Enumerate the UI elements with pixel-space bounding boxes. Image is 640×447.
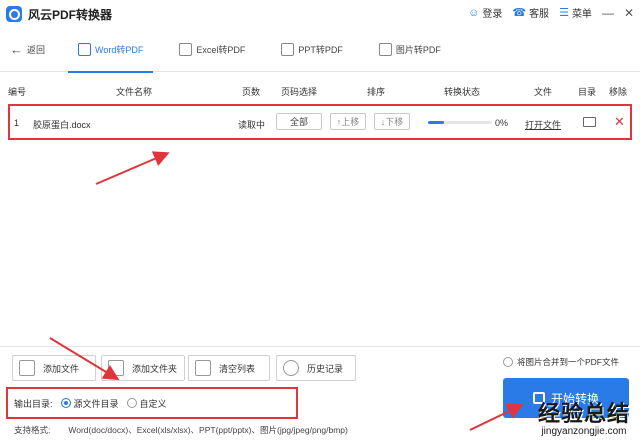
merge-images-option[interactable]: 将图片合并到一个PDF文件 <box>503 356 619 368</box>
add-folder-label: 添加文件夹 <box>132 363 178 374</box>
clock-icon <box>283 360 299 376</box>
progress-fill <box>428 121 444 124</box>
folder-icon[interactable] <box>583 117 596 127</box>
menu-label: 菜单 <box>571 9 592 20</box>
user-icon: ☺ <box>468 6 480 19</box>
clear-list-label: 清空列表 <box>219 363 256 374</box>
add-file-icon <box>19 360 35 376</box>
close-window-button[interactable]: ✕ <box>624 6 634 20</box>
excel-file-icon <box>179 43 193 56</box>
supported-formats: 支持格式: Word(doc/docx)、Excel(xls/xlsx)、PPT… <box>14 424 348 436</box>
login-label: 登录 <box>482 9 503 20</box>
minimize-button[interactable]: — <box>602 6 614 20</box>
remove-icon[interactable]: ✕ <box>614 114 625 130</box>
header-file: 文件 <box>534 86 553 97</box>
output-label: 输出目录: <box>14 398 53 409</box>
progress-text: 0% <box>495 118 509 128</box>
back-button[interactable]: ← 返回 <box>10 42 68 57</box>
header-remove: 移除 <box>609 86 628 97</box>
output-custom-radio[interactable] <box>126 398 137 408</box>
ppt-file-icon <box>281 43 295 56</box>
tab-label: Word转PDF <box>95 45 144 55</box>
header-filename: 文件名称 <box>116 86 153 97</box>
history-label: 历史记录 <box>307 363 344 374</box>
header-pages: 页数 <box>242 86 261 97</box>
row-index: 1 <box>14 118 20 128</box>
header-order: 排序 <box>367 86 386 97</box>
history-button[interactable]: 历史记录 <box>276 355 356 381</box>
back-arrow-icon: ← <box>10 42 23 57</box>
tab-label: 图片转PDF <box>395 45 441 55</box>
bottom-divider <box>0 346 640 347</box>
row-filename: 胶原蛋白.docx <box>33 120 91 130</box>
title-actions: ☺ 登录 ☎ 客服 ☰ 菜单 — ✕ <box>468 5 634 21</box>
page-select-button[interactable]: 全部 <box>276 113 322 130</box>
watermark: 经验总结 jingyanzongjie.com <box>538 396 630 437</box>
add-folder-icon <box>108 360 124 376</box>
tab-bar: ← 返回 Word转PDF Excel转PDF PPT转PDF 图片转PDF <box>0 28 640 73</box>
headset-icon: ☎ <box>512 7 527 19</box>
clear-list-button[interactable]: 清空列表 <box>188 355 270 381</box>
table-header: 编号 文件名称 页数 页码选择 排序 转换状态 文件 目录 移除 <box>0 82 640 100</box>
formats-text: Word(doc/docx)、Excel(xls/xlsx)、PPT(ppt/p… <box>68 425 348 435</box>
image-file-icon <box>378 43 392 56</box>
add-file-label: 添加文件 <box>43 363 80 374</box>
menu-button[interactable]: ☰ 菜单 <box>559 5 592 20</box>
tab-excel-to-pdf[interactable]: Excel转PDF <box>169 28 255 72</box>
merge-images-radio[interactable] <box>503 357 513 367</box>
tab-label: PPT转PDF <box>298 45 343 55</box>
output-source-radio[interactable] <box>60 398 71 408</box>
support-label: 客服 <box>529 9 550 20</box>
header-status: 转换状态 <box>444 86 481 97</box>
formats-label: 支持格式: <box>14 425 51 435</box>
output-directory: 输出目录: 源文件目录 自定义 <box>6 387 298 419</box>
output-source-label: 源文件目录 <box>73 398 119 409</box>
conversion-progress-bar <box>428 121 492 124</box>
back-label: 返回 <box>27 45 46 55</box>
add-file-button[interactable]: 添加文件 <box>12 355 96 381</box>
tab-word-to-pdf[interactable]: Word转PDF <box>68 28 154 73</box>
output-custom-label: 自定义 <box>139 398 167 409</box>
title-bar: 风云PDF转换器 ☺ 登录 ☎ 客服 ☰ 菜单 — ✕ <box>0 0 640 28</box>
table-row: 1 胶原蛋白.docx 读取中 全部 ↑上移 ↓下移 0% 打开文件 ✕ <box>8 104 632 140</box>
header-page-select: 页码选择 <box>281 86 318 97</box>
login-button[interactable]: ☺ 登录 <box>468 5 503 21</box>
menu-icon: ☰ <box>559 7 569 19</box>
app-title: 风云PDF转换器 <box>28 7 113 22</box>
arrow-to-file-row <box>95 151 170 185</box>
word-file-icon <box>78 43 91 56</box>
add-folder-button[interactable]: 添加文件夹 <box>101 355 185 381</box>
output-custom-option[interactable]: 自定义 <box>126 397 167 410</box>
open-file-link[interactable]: 打开文件 <box>525 118 561 131</box>
watermark-title: 经验总结 <box>537 401 630 426</box>
row-pages: 读取中 <box>238 120 266 130</box>
support-button[interactable]: ☎ 客服 <box>512 5 549 20</box>
output-source-option[interactable]: 源文件目录 <box>60 397 119 410</box>
watermark-url: jingyanzongjie.com <box>541 426 627 437</box>
tab-label: Excel转PDF <box>196 45 246 55</box>
move-up-button[interactable]: ↑上移 <box>330 113 366 130</box>
tab-image-to-pdf[interactable]: 图片转PDF <box>369 28 451 72</box>
header-index: 编号 <box>8 86 27 97</box>
tab-ppt-to-pdf[interactable]: PPT转PDF <box>271 28 353 72</box>
merge-images-label: 将图片合并到一个PDF文件 <box>517 357 620 367</box>
header-folder: 目录 <box>578 86 597 97</box>
trash-icon <box>195 360 211 376</box>
move-down-button[interactable]: ↓下移 <box>374 113 410 130</box>
app-logo-icon <box>6 6 22 22</box>
